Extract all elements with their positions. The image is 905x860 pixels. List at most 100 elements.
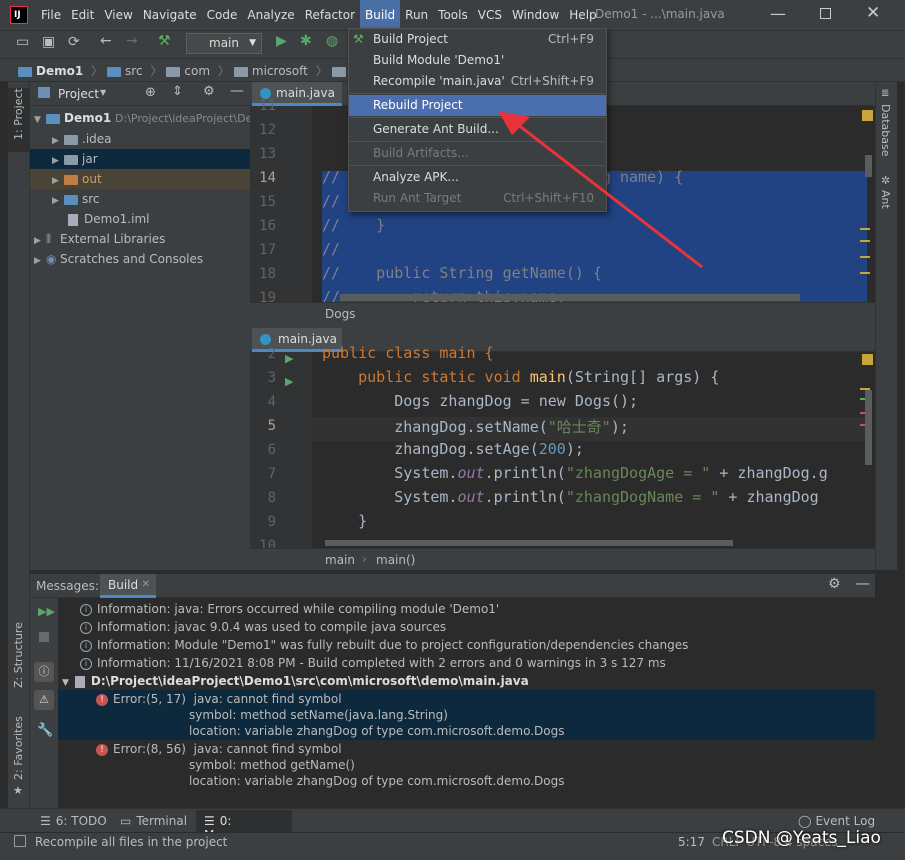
- run-icon[interactable]: ▶: [276, 33, 287, 49]
- tree-item-src[interactable]: ▶ src: [30, 189, 250, 209]
- messages-title: Messages:: [36, 579, 99, 593]
- info-message[interactable]: i Information: Module "Demo1" was fully r…: [80, 636, 688, 654]
- list-icon: ☰: [40, 814, 51, 828]
- folder-icon: [64, 154, 78, 165]
- menu-run[interactable]: Run: [400, 0, 433, 30]
- close-icon[interactable]: ✕: [142, 574, 150, 596]
- forward-arrow-icon[interactable]: →: [126, 33, 138, 49]
- close-icon[interactable]: ✕: [866, 3, 880, 23]
- messages-build-tab[interactable]: Build ✕: [100, 574, 156, 598]
- project-panel-title[interactable]: Project: [58, 87, 99, 101]
- project-tool-label[interactable]: 1: Project: [12, 88, 25, 140]
- menu-tools[interactable]: Tools: [433, 0, 473, 30]
- breadcrumb-item[interactable]: microsoft: [252, 64, 308, 78]
- code-token: + zhangDog.g: [710, 464, 828, 482]
- menu-navigate[interactable]: Navigate: [138, 0, 202, 30]
- build-hammer-icon[interactable]: ⚒: [158, 33, 171, 49]
- save-icon[interactable]: ▣: [42, 34, 55, 50]
- tree-item-out[interactable]: ▶ out: [30, 169, 250, 189]
- breadcrumb-class[interactable]: Dogs: [325, 307, 355, 321]
- caret-position[interactable]: 5:17: [678, 835, 705, 849]
- horizontal-scrollbar[interactable]: [340, 294, 800, 301]
- tree-item-label: jar: [82, 152, 98, 166]
- tree-item-jar[interactable]: ▶ jar: [30, 149, 250, 169]
- editor-top-breadcrumb: Dogs: [250, 302, 875, 326]
- hide-panel-icon[interactable]: —: [855, 574, 870, 592]
- menu-item-build-project[interactable]: Build Project Ctrl+F9: [349, 29, 606, 50]
- open-folder-icon[interactable]: ▭: [16, 34, 29, 50]
- wrench-icon[interactable]: 🔧: [37, 723, 53, 738]
- collapse-all-icon[interactable]: ⇕: [172, 84, 183, 99]
- chevron-down-icon[interactable]: ▼: [100, 88, 106, 97]
- error-file-path: D:\Project\ideaProject\Demo1\src\com\mic…: [90, 674, 529, 688]
- menu-build[interactable]: Build: [360, 0, 401, 30]
- menu-analyze[interactable]: Analyze: [242, 0, 299, 30]
- structure-tool-label[interactable]: Z: Structure: [12, 622, 25, 688]
- menu-view[interactable]: View: [99, 0, 137, 30]
- hide-panel-icon[interactable]: —: [230, 83, 244, 99]
- info-filter-icon[interactable]: ⓘ: [34, 662, 54, 682]
- maximize-icon[interactable]: [820, 8, 831, 19]
- debug-icon[interactable]: ✱: [300, 33, 312, 49]
- tree-item-scratches[interactable]: ▶ ◉ Scratches and Consoles: [30, 249, 250, 269]
- menu-file[interactable]: File: [36, 0, 66, 30]
- breadcrumb-item[interactable]: com: [184, 64, 210, 78]
- info-message[interactable]: i Information: 11/16/2021 8:08 PM - Build…: [80, 654, 666, 672]
- folder-icon: [64, 174, 78, 185]
- gear-icon[interactable]: ⚙: [828, 576, 841, 592]
- ant-tool-label[interactable]: Ant: [879, 190, 892, 209]
- coverage-icon[interactable]: ◍: [326, 33, 338, 49]
- messages-tab[interactable]: ☰0: Messages: [196, 810, 292, 842]
- tree-item-external-libraries[interactable]: ▶ ⫴ External Libraries: [30, 229, 250, 249]
- chevron-right-icon: ▶: [52, 196, 59, 206]
- menu-item-recompile[interactable]: Recompile 'main.java' Ctrl+Shift+F9: [349, 71, 606, 92]
- menu-window[interactable]: Window: [507, 0, 564, 30]
- menu-refactor[interactable]: Refactor: [300, 0, 360, 30]
- line-number: 6: [267, 442, 276, 458]
- code-line: }: [322, 512, 367, 530]
- stop-icon[interactable]: [39, 632, 49, 642]
- ant-icon: ✲: [881, 174, 891, 187]
- tree-item-label: Scratches and Consoles: [60, 252, 204, 266]
- info-icon: i: [80, 621, 92, 634]
- favorites-tool-label[interactable]: 2: Favorites: [12, 716, 25, 780]
- menu-vcs[interactable]: VCS: [473, 0, 507, 30]
- info-message[interactable]: i Information: javac 9.0.4 was used to co…: [80, 618, 446, 636]
- tree-item-iml[interactable]: Demo1.iml: [30, 209, 250, 229]
- menu-item-build-module[interactable]: Build Module 'Demo1': [349, 50, 606, 71]
- menu-item-label: Build Artifacts...: [373, 146, 469, 160]
- event-log-tab[interactable]: ◯ Event Log: [798, 814, 875, 828]
- toggle-tool-windows-icon[interactable]: [14, 835, 26, 847]
- line-number: 12: [259, 122, 276, 138]
- locate-icon[interactable]: ⊕: [145, 85, 156, 100]
- todo-tab[interactable]: ☰ 6: TODO: [40, 814, 107, 828]
- breadcrumb-item[interactable]: src: [125, 64, 143, 78]
- breadcrumb-class[interactable]: main: [325, 553, 355, 567]
- gear-icon[interactable]: ⚙: [203, 84, 215, 99]
- error-file-node[interactable]: ▼ D:\Project\ideaProject\Demo1\src\com\mi…: [62, 672, 529, 690]
- back-arrow-icon[interactable]: ←: [100, 33, 112, 49]
- breadcrumb-method[interactable]: main(): [376, 553, 415, 567]
- error-stripe-mark: [860, 228, 870, 230]
- error-stripe-mark: [860, 272, 870, 274]
- minimize-icon[interactable]: —: [770, 4, 786, 23]
- run-gutter-icon[interactable]: ▶: [285, 352, 293, 365]
- rerun-icon[interactable]: ▶▶: [38, 605, 55, 618]
- chevron-right-icon: ▶: [52, 176, 59, 186]
- warning-filter-icon[interactable]: ⚠: [34, 690, 54, 710]
- run-gutter-icon[interactable]: ▶: [285, 375, 293, 388]
- breadcrumb-item[interactable]: Demo1: [36, 64, 83, 78]
- run-config-select[interactable]: main ▼: [186, 33, 262, 54]
- scrollbar-thumb[interactable]: [865, 155, 872, 177]
- info-message[interactable]: i Information: java: Errors occurred whil…: [80, 600, 499, 618]
- scrollbar-thumb[interactable]: [865, 390, 872, 465]
- menu-edit[interactable]: Edit: [66, 0, 99, 30]
- menu-code[interactable]: Code: [202, 0, 243, 30]
- chevron-right-icon: ▶: [34, 236, 41, 246]
- tree-root[interactable]: ▼ Demo1 D:\Project\ideaProject\De: [30, 108, 250, 128]
- tree-item-idea[interactable]: ▶ .idea: [30, 129, 250, 149]
- terminal-tab[interactable]: ▭ Terminal: [120, 814, 187, 828]
- sync-icon[interactable]: ⟳: [68, 34, 80, 50]
- horizontal-scrollbar[interactable]: [325, 540, 733, 546]
- database-tool-label[interactable]: Database: [879, 104, 892, 157]
